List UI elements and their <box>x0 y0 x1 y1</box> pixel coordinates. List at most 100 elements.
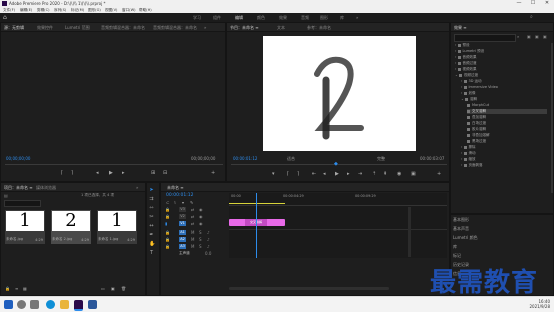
trash-icon[interactable]: 🗑 <box>121 286 126 291</box>
tree-item-iris[interactable]: › 划像 <box>461 91 476 96</box>
track-target[interactable]: A2 <box>179 237 186 242</box>
linked-selection-icon[interactable]: ⌇ <box>174 200 176 205</box>
go-to-in-icon[interactable]: ⇤ <box>312 171 316 177</box>
tab-media-browser[interactable]: 媒体浏览器 <box>36 185 56 191</box>
tab-effects[interactable]: 效果 ≡ <box>454 25 467 31</box>
task-view-icon[interactable] <box>30 300 39 309</box>
explorer-icon[interactable] <box>60 300 69 309</box>
premiere-icon[interactable] <box>74 300 83 311</box>
new-item-icon[interactable]: ▣ <box>111 286 115 291</box>
source-patch-v1[interactable]: ▮ <box>165 221 167 226</box>
sync-lock-icon[interactable]: ⇄ <box>191 221 194 226</box>
track-target[interactable]: A1 <box>179 230 186 235</box>
tree-item-dissolve[interactable]: ⌄ 溶解 <box>461 97 477 102</box>
tree-item-morphcut[interactable]: MorphCut <box>467 103 489 107</box>
panel-essential-graphics[interactable]: 基本图形 <box>453 217 469 223</box>
new-bin-icon[interactable]: ▭ <box>101 286 105 291</box>
go-to-out-icon[interactable]: ⇥ <box>358 171 362 177</box>
insert-icon[interactable]: ⊞ <box>151 170 155 176</box>
lock-icon[interactable]: 🔒 <box>165 214 170 219</box>
volume-value[interactable]: 0.0 <box>205 251 211 256</box>
workspace-color[interactable]: 颜色 <box>257 15 265 21</box>
tab-audio-clip-mixer-2[interactable]: 音频剪辑混合器：未命名 <box>153 25 197 31</box>
quality-select[interactable]: 完整 <box>377 156 385 162</box>
track-target[interactable]: V3 <box>179 207 186 212</box>
track-target[interactable]: V1 <box>179 221 186 226</box>
mark-in-icon[interactable]: ⌈ <box>287 171 289 177</box>
workspace-assembly[interactable]: 组件 <box>213 15 221 21</box>
project-item[interactable]: 1 未命名.jpg 4:29 <box>5 210 45 244</box>
32bit-filter-icon[interactable]: ▣ <box>535 34 539 39</box>
search-icon[interactable]: ⌕ <box>517 34 519 39</box>
razor-tool-icon[interactable]: ✂ <box>149 215 154 220</box>
track-target[interactable]: A3 <box>179 244 186 249</box>
slip-tool-icon[interactable]: ↔ <box>149 224 154 229</box>
solo-icon[interactable]: S <box>199 237 202 242</box>
mute-icon[interactable]: M <box>191 244 194 249</box>
effects-search-input[interactable] <box>454 34 516 42</box>
tab-source[interactable]: 源：无剪辑 <box>4 25 24 31</box>
tab-audio-clip-mixer[interactable]: 音频剪辑混合器：未命名 <box>101 25 145 31</box>
step-forward-icon[interactable]: ▸ <box>347 171 350 177</box>
search-icon[interactable]: ⌕ <box>530 14 533 20</box>
lock-icon[interactable]: 🔒 <box>165 244 170 249</box>
lift-icon[interactable]: ⇡ <box>372 171 376 177</box>
workspace-effects[interactable]: 效果 <box>279 15 287 21</box>
workspace-learn[interactable]: 学习 <box>193 15 201 21</box>
yuv-filter-icon[interactable]: ▣ <box>543 34 547 39</box>
eye-icon[interactable]: ◉ <box>199 214 203 219</box>
project-search-input[interactable] <box>4 200 41 207</box>
list-view-icon[interactable]: ≡ <box>15 286 18 291</box>
mute-icon[interactable]: M <box>191 237 194 242</box>
panel-libraries[interactable]: 库 <box>453 244 457 250</box>
step-forward-icon[interactable]: ▸ <box>122 170 125 176</box>
pen-tool-icon[interactable]: ✒ <box>149 233 154 238</box>
tree-item-lumetri-presets[interactable]: › Lumetri 预设 <box>455 49 484 54</box>
hand-tool-icon[interactable]: ✋ <box>149 242 155 247</box>
export-frame-icon[interactable]: ◉ <box>397 171 401 177</box>
tree-item-slide[interactable]: › 滑动 <box>461 151 476 156</box>
source-scrubber[interactable] <box>5 164 223 165</box>
tab-effect-controls[interactable]: 效果控件 <box>37 25 53 31</box>
project-item[interactable]: 2 未命名 2.jpg 4:29 <box>51 210 91 244</box>
add-button-icon[interactable]: + <box>211 170 215 176</box>
program-playhead-icon[interactable]: ◆ <box>334 161 338 167</box>
sync-lock-icon[interactable]: ⇄ <box>191 214 194 219</box>
source-timecode[interactable]: 00;00;00;00 <box>6 156 30 161</box>
mute-icon[interactable]: M <box>191 230 194 235</box>
tree-item-video-transitions[interactable]: ⌄ 视频过渡 <box>455 73 478 78</box>
program-scrubber[interactable] <box>231 164 447 165</box>
project-item[interactable]: 1 未命名 1.jpg 4:29 <box>97 210 137 244</box>
sync-lock-icon[interactable]: ⇄ <box>191 207 194 212</box>
tree-item-additive-dissolve[interactable]: 叠加溶解 <box>467 115 486 120</box>
step-back-icon[interactable]: ◂ <box>323 171 326 177</box>
overwrite-icon[interactable]: ⊟ <box>163 170 167 176</box>
workspace-graphics[interactable]: 图形 <box>320 15 328 21</box>
ripple-edit-tool-icon[interactable]: ⇿ <box>149 206 154 211</box>
step-back-icon[interactable]: ◂ <box>96 170 99 176</box>
workspace-libraries[interactable]: 库 <box>340 15 344 21</box>
tab-lumetri-scopes[interactable]: Lumetri 范围 <box>65 25 90 31</box>
snap-icon[interactable]: ⊂ <box>166 200 169 205</box>
solo-icon[interactable]: S <box>199 244 202 249</box>
workspace-more[interactable]: » <box>356 15 358 20</box>
tree-item-wipe[interactable]: › 擦除 <box>461 145 476 150</box>
workspace-editing[interactable]: 编辑 <box>235 15 243 21</box>
tree-item-zoom[interactable]: › 缩放 <box>461 157 476 162</box>
lock-icon[interactable]: 🔒 <box>165 207 170 212</box>
mark-out-icon[interactable]: ⌉ <box>297 171 299 177</box>
tracks-area[interactable]: 交叉溶解 <box>229 193 447 258</box>
tree-item-dip-to-white[interactable]: 白场过渡 <box>467 121 486 126</box>
tab-reference[interactable]: 参考：未命名 <box>307 25 331 31</box>
track-select-tool-icon[interactable]: ⇉ <box>149 197 154 202</box>
home-icon[interactable]: ⌂ <box>3 14 7 21</box>
tree-item-cross-dissolve[interactable]: 交叉溶解 <box>467 109 547 114</box>
panel-markers[interactable]: 标记 <box>453 253 461 259</box>
extract-icon[interactable]: ⇞ <box>383 171 387 177</box>
zoom-select[interactable]: 适合 <box>287 156 295 162</box>
tree-item-3d-motion[interactable]: › 3D 运动 <box>461 79 482 84</box>
play-icon[interactable]: ▶ <box>109 170 113 176</box>
search-icon[interactable] <box>17 300 26 309</box>
work-area-bar[interactable] <box>229 203 285 204</box>
solo-icon[interactable]: S <box>199 230 202 235</box>
